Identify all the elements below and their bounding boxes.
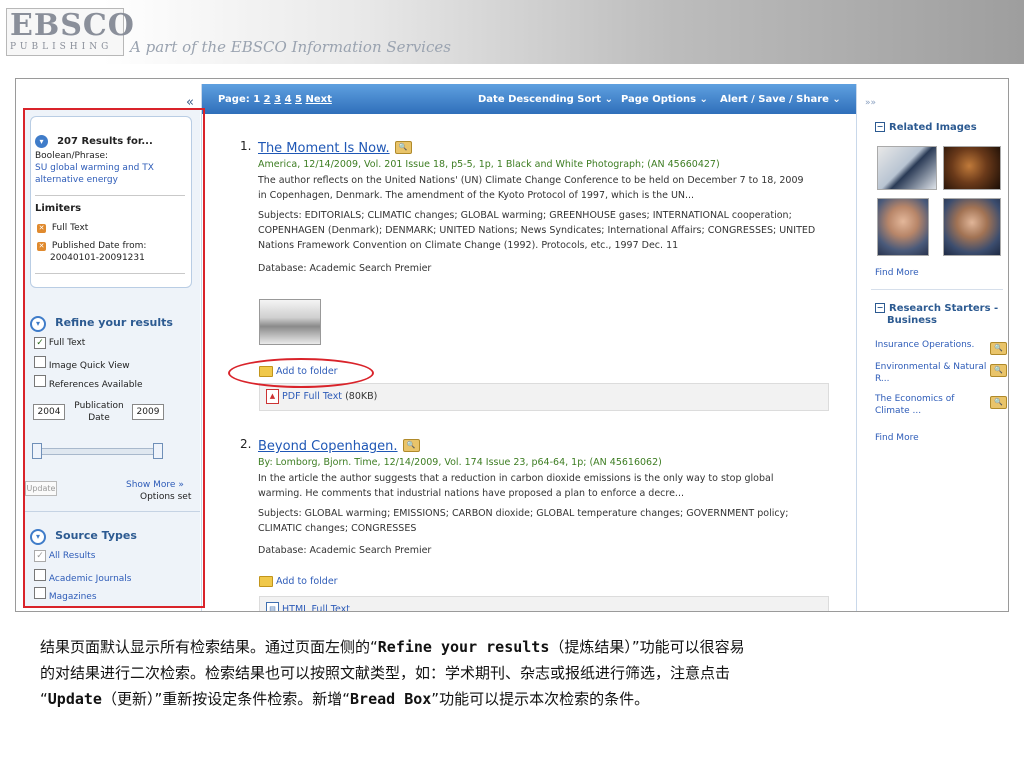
sort-dropdown[interactable]: Date Descending Sort ⌄ xyxy=(478,94,613,105)
html-icon: ▤ xyxy=(266,602,279,611)
collapse-icon[interactable]: − xyxy=(875,122,885,132)
preview-magnifier-icon[interactable]: 🔍 xyxy=(394,141,412,154)
page-link[interactable]: 3 xyxy=(274,94,281,105)
result-abstract: In the article the author suggests that … xyxy=(258,473,774,484)
preview-magnifier-icon[interactable]: 🔍 xyxy=(990,396,1007,409)
caption-line: 结果页面默认显示所有检索结果。通过页面左侧的“Refine your resul… xyxy=(40,638,745,656)
results-toolbar: Page: 1 2 3 4 5 Next Date Descending Sor… xyxy=(202,84,856,114)
html-full-text-link[interactable]: ▤ HTML Full Text xyxy=(266,602,350,611)
fulltext-bar: ▤ HTML Full Text xyxy=(259,596,829,611)
preview-magnifier-icon[interactable]: 🔍 xyxy=(402,439,420,452)
find-more-starters-link[interactable]: Find More xyxy=(875,433,919,443)
result-subjects: Subjects: EDITORIALS; CLIMATIC changes; … xyxy=(258,210,792,221)
page-link[interactable]: 4 xyxy=(285,94,292,105)
related-images-header[interactable]: − Related Images xyxy=(875,122,977,133)
research-starter-link[interactable]: Climate ... xyxy=(875,406,921,416)
divider xyxy=(871,289,1003,290)
result-citation: By: Lomborg, Bjorn. Time, 12/14/2009, Vo… xyxy=(258,457,662,468)
related-image-thumbnail[interactable] xyxy=(943,198,1001,256)
add-to-folder-link[interactable]: Add to folder xyxy=(259,574,338,589)
research-starter-link[interactable]: R... xyxy=(875,374,890,384)
result-title-link[interactable]: The Moment Is Now. xyxy=(258,141,390,156)
research-starter-link[interactable]: Environmental & Natural xyxy=(875,362,986,372)
next-page-link[interactable]: Next xyxy=(305,94,331,105)
alert-save-share-dropdown[interactable]: Alert / Save / Share ⌄ xyxy=(720,94,841,105)
caption-line: “Update（更新）”重新按设定条件检索。新增“Bread Box”功能可以提… xyxy=(40,690,650,708)
result-subjects: Nations Framework Convention on Climate … xyxy=(258,240,679,251)
result-title-row: Beyond Copenhagen. 🔍 xyxy=(258,435,420,454)
result-title-row: The Moment Is Now. 🔍 xyxy=(258,137,412,156)
ebsco-logo-subtitle: PUBLISHING xyxy=(10,42,113,52)
page-link[interactable]: 2 xyxy=(264,94,271,105)
research-starter-link[interactable]: Insurance Operations. xyxy=(875,340,974,350)
related-image-thumbnail[interactable] xyxy=(943,146,1001,190)
result-abstract: The author reflects on the United Nation… xyxy=(258,175,804,186)
collapse-icon[interactable]: − xyxy=(875,303,885,313)
page-options-dropdown[interactable]: Page Options ⌄ xyxy=(621,94,708,105)
pdf-icon: ▲ xyxy=(266,389,279,404)
expand-panel-icon[interactable]: »» xyxy=(865,98,876,108)
page-link[interactable]: 5 xyxy=(295,94,302,105)
result-number: 1. xyxy=(240,139,252,153)
preview-magnifier-icon[interactable]: 🔍 xyxy=(990,342,1007,355)
folder-icon xyxy=(259,576,273,587)
result-database: Database: Academic Search Premier xyxy=(258,263,432,274)
related-image-thumbnail[interactable] xyxy=(877,198,929,256)
results-panel: Page: 1 2 3 4 5 Next Date Descending Sor… xyxy=(201,84,856,611)
result-thumbnail-image[interactable] xyxy=(259,299,321,345)
slide-caption: 结果页面默认显示所有检索结果。通过页面左侧的“Refine your resul… xyxy=(40,634,990,712)
result-abstract: in Copenhagen, Denmark. The amendment of… xyxy=(258,190,695,201)
result-database: Database: Academic Search Premier xyxy=(258,545,432,556)
annotation-highlight-sidebar xyxy=(23,108,205,608)
fulltext-bar: ▲ PDF Full Text (80KB) xyxy=(259,383,829,411)
result-subjects: Subjects: GLOBAL warming; EMISSIONS; CAR… xyxy=(258,508,789,519)
research-starters-header-line2: Business xyxy=(887,315,937,326)
research-starter-link[interactable]: The Economics of xyxy=(875,394,954,404)
result-subjects: COPENHAGEN (Denmark); DENMARK; UNITED Na… xyxy=(258,225,816,236)
result-citation: America, 12/14/2009, Vol. 201 Issue 18, … xyxy=(258,159,720,170)
pagination: Page: 1 2 3 4 5 Next xyxy=(218,94,332,105)
right-panel: »» − Related Images Find More − Research S… xyxy=(856,84,1008,611)
related-image-thumbnail[interactable] xyxy=(877,146,937,190)
find-more-images-link[interactable]: Find More xyxy=(875,268,919,278)
caption-line: 的对结果进行二次检索。检索结果也可以按照文献类型，如：学术期刊、杂志或报纸进行筛… xyxy=(40,664,731,682)
ebsco-logo: EBSCO xyxy=(10,8,135,43)
pdf-full-text-link[interactable]: ▲ PDF Full Text (80KB) xyxy=(266,389,377,404)
ebsco-tagline: A part of the EBSCO Information Services xyxy=(130,38,451,56)
result-title-link[interactable]: Beyond Copenhagen. xyxy=(258,439,398,454)
annotation-highlight-add-folder xyxy=(228,358,374,388)
result-number: 2. xyxy=(240,437,252,451)
result-abstract: warming. He comments that industrial nat… xyxy=(258,488,684,499)
result-subjects: CLIMATIC changes; CONGRESSES xyxy=(258,523,417,534)
preview-magnifier-icon[interactable]: 🔍 xyxy=(990,364,1007,377)
research-starters-header[interactable]: − Research Starters - xyxy=(875,303,998,314)
